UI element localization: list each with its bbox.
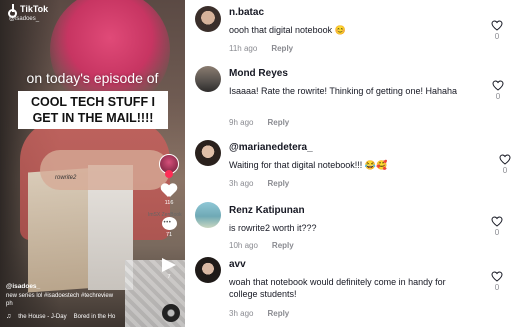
comment-username[interactable]: Renz Katipunan bbox=[229, 205, 305, 216]
comment-like[interactable]: 0 bbox=[490, 216, 504, 237]
comments-panel: n.batac oooh that digital notebook 😊 11h… bbox=[185, 0, 523, 327]
music-note-icon: ♫ bbox=[6, 313, 12, 320]
comment-time: 9h ago bbox=[229, 118, 254, 127]
comment-username[interactable]: @marianedetera_ bbox=[229, 142, 313, 153]
avatar[interactable] bbox=[195, 6, 221, 32]
comment-text: Isaaaa! Rate the rowrite! Thinking of ge… bbox=[229, 86, 457, 96]
comment-time: 3h ago bbox=[229, 309, 254, 318]
music-track: the House - J-Day bbox=[18, 313, 67, 320]
comment-meta: 3h ago Reply bbox=[229, 309, 289, 318]
video-description-more: ph bbox=[6, 300, 13, 307]
comment-count: 71 bbox=[165, 232, 173, 238]
avatar[interactable] bbox=[195, 202, 221, 228]
creator-avatar[interactable] bbox=[159, 154, 179, 178]
tiktok-logo-icon bbox=[8, 4, 17, 18]
like-action[interactable]: 116 bbox=[159, 184, 179, 206]
reply-button[interactable]: Reply bbox=[271, 44, 293, 53]
heart-icon[interactable] bbox=[161, 184, 177, 198]
video-username[interactable]: @isadoes_ bbox=[6, 283, 40, 290]
heart-outline-icon[interactable] bbox=[499, 154, 511, 165]
comment-like[interactable]: 0 bbox=[491, 80, 505, 101]
music-disc-icon[interactable] bbox=[162, 304, 180, 322]
music-track-2: Bored in the Ho bbox=[73, 313, 116, 320]
comment-item: Mond Reyes Isaaaa! Rate the rowrite! Thi… bbox=[185, 64, 523, 136]
like-count: 116 bbox=[164, 200, 174, 206]
heart-outline-icon[interactable] bbox=[492, 80, 504, 91]
comment-bubble-icon[interactable]: ••• bbox=[161, 217, 177, 230]
video-description-text: new series lol #isadoestech #techreview bbox=[6, 293, 114, 299]
comment-like-count: 0 bbox=[502, 166, 508, 175]
comment-text: is rowrite2 worth it??? bbox=[229, 223, 317, 233]
highlight-caption: COOL TECH STUFF I GET IN THE MAIL!!!! bbox=[18, 91, 168, 129]
tiktok-wordmark: TikTok bbox=[20, 4, 49, 14]
comment-item: n.batac oooh that digital notebook 😊 11h… bbox=[185, 4, 523, 64]
video-description: new series lol #isadoestech #techreview … bbox=[6, 293, 156, 308]
heart-outline-icon[interactable] bbox=[491, 271, 503, 282]
heart-outline-icon[interactable] bbox=[491, 216, 503, 227]
share-count: 7 bbox=[167, 274, 171, 280]
tiktok-watermark: TikTok bbox=[8, 4, 49, 18]
avatar[interactable] bbox=[195, 257, 221, 283]
comment-meta: 3h ago Reply bbox=[229, 179, 289, 188]
heart-outline-icon[interactable] bbox=[491, 20, 503, 31]
comment-time: 11h ago bbox=[229, 44, 258, 53]
comment-username[interactable]: avv bbox=[229, 259, 246, 270]
comment-like[interactable]: 0 bbox=[490, 20, 504, 41]
avatar[interactable] bbox=[195, 66, 221, 92]
comment-item: @marianedetera_ Waiting for that digital… bbox=[185, 138, 523, 194]
comment-text: Waiting for that digital notebook!!! 😂🥰 bbox=[229, 160, 388, 170]
comment-username[interactable]: Mond Reyes bbox=[229, 68, 288, 79]
comment-item: Renz Katipunan is rowrite2 worth it??? 1… bbox=[185, 200, 523, 254]
comment-action[interactable]: ••• 71 bbox=[159, 217, 179, 238]
comment-meta: 10h ago Reply bbox=[229, 241, 294, 250]
comment-text: woah that notebook would definitely come… bbox=[229, 277, 446, 299]
avatar[interactable] bbox=[195, 140, 221, 166]
share-arrow-icon[interactable] bbox=[162, 258, 176, 272]
box-label: rowrite2 bbox=[55, 175, 77, 181]
comment-item: avv woah that notebook would definitely … bbox=[185, 255, 523, 325]
comment-like[interactable]: 0 bbox=[490, 271, 504, 292]
comment-text: oooh that digital notebook 😊 bbox=[229, 25, 346, 35]
reply-button[interactable]: Reply bbox=[267, 118, 289, 127]
comment-time: 10h ago bbox=[229, 241, 258, 250]
video-player[interactable]: TikTok @isadoes_ on today's episode of C… bbox=[0, 0, 185, 327]
comment-like-count: 0 bbox=[494, 283, 500, 292]
comment-like[interactable]: 0 bbox=[498, 154, 512, 175]
reply-button[interactable]: Reply bbox=[272, 241, 294, 250]
comment-like-count: 0 bbox=[495, 92, 501, 101]
comment-meta: 11h ago Reply bbox=[229, 44, 293, 53]
comment-username[interactable]: n.batac bbox=[229, 7, 264, 18]
comment-time: 3h ago bbox=[229, 179, 254, 188]
comment-like-count: 0 bbox=[494, 32, 500, 41]
comment-like-count: 0 bbox=[494, 228, 500, 237]
reply-button[interactable]: Reply bbox=[267, 309, 289, 318]
music-info[interactable]: ♫ the House - J-Day Bored in the Ho bbox=[6, 313, 115, 320]
follow-plus-icon[interactable] bbox=[165, 170, 173, 178]
reply-button[interactable]: Reply bbox=[267, 179, 289, 188]
episode-caption: on today's episode of bbox=[26, 70, 159, 86]
comment-meta: 9h ago Reply bbox=[229, 118, 289, 127]
video-person-hands bbox=[40, 150, 170, 190]
share-action[interactable]: 7 bbox=[159, 258, 179, 280]
watermark-handle: @isadoes_ bbox=[9, 16, 40, 22]
